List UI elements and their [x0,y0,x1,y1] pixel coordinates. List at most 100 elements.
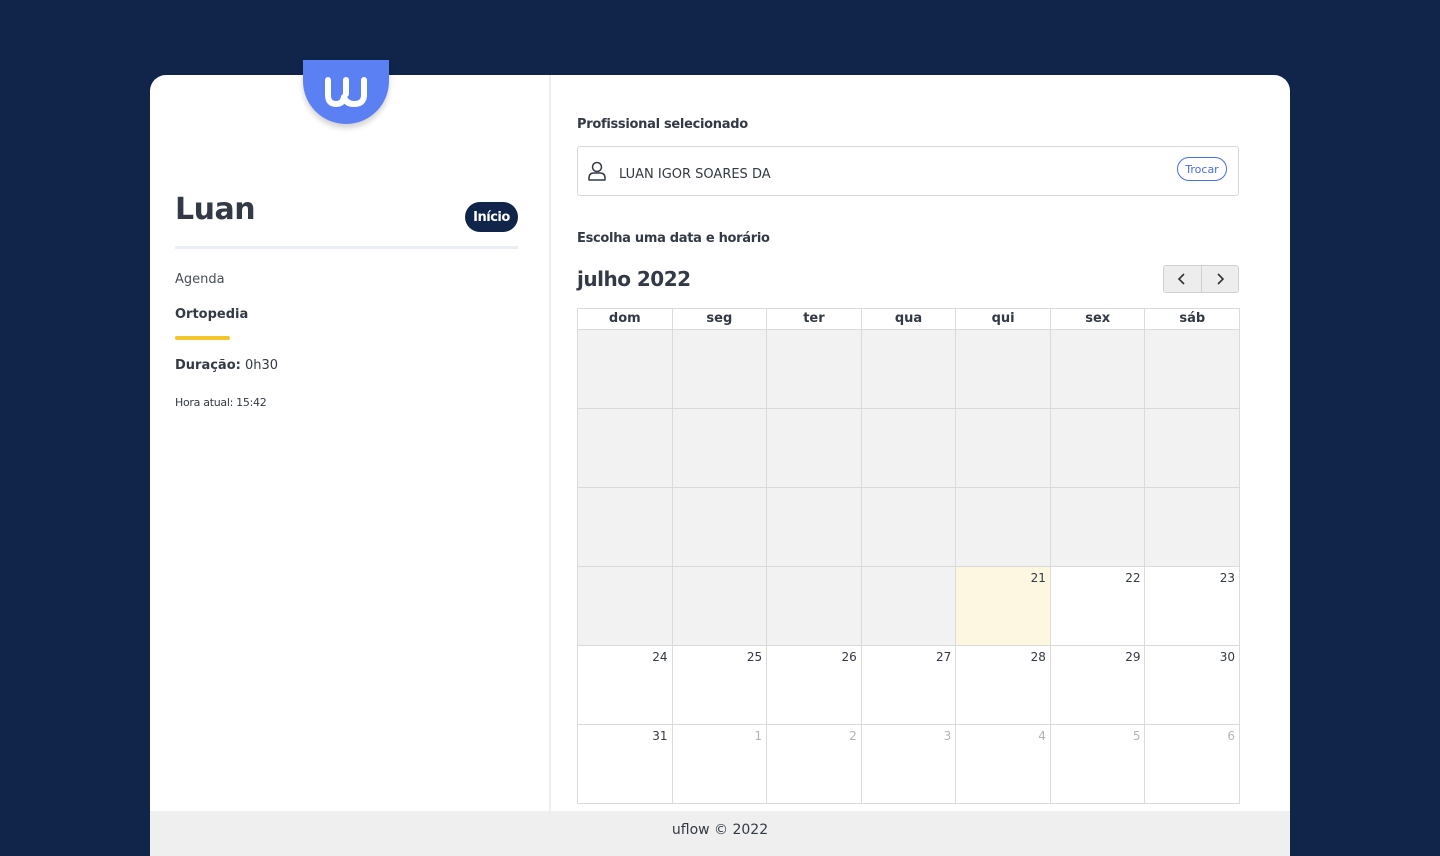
weekday-label: qui [955,309,1050,329]
calendar-day-cell [860,409,956,487]
calendar-day-number: 25 [746,650,763,664]
calendar-day-number: 2 [849,729,857,743]
calendar-day-cell [955,330,1050,408]
calendar-day-cell [671,488,767,566]
calendar-day-number: 30 [1219,650,1236,664]
calendar-day-cell: 4 [955,725,1050,803]
change-professional-button[interactable]: Trocar [1177,157,1227,181]
calendar-day-cell[interactable]: 26 [766,646,861,724]
user-icon [588,161,606,181]
duration-label: Duração: [175,358,241,373]
home-button[interactable]: Início [465,202,518,232]
calendar-day-cell [578,567,672,645]
month-navigation [1163,265,1239,293]
calendar-day-cell [671,567,767,645]
calendar-day-cell [1144,409,1240,487]
calendar-body: 21 22 23 24 25 26 27 28 29 30 31 1 2 3 4 5 6 [578,330,1240,803]
calendar-day-cell [860,330,956,408]
calendar-week-row [578,330,1240,408]
calendar-day-cell [955,409,1050,487]
weekday-label: dom [608,311,641,326]
calendar-day-number: 29 [1125,650,1141,664]
user-name: Luan [175,192,256,227]
previous-month-button[interactable] [1164,266,1201,292]
calendar-day-cell [578,409,672,487]
calendar-day-cell[interactable]: 24 [578,646,672,724]
weekday-label: qua [860,309,956,329]
calendar-day-cell[interactable]: 23 [1144,567,1239,645]
calendar-day-number: 28 [1030,650,1046,664]
calendar-day-number: 5 [1132,729,1141,743]
current-time: Hora atual: 15:42 [175,396,267,409]
calendar-day-cell[interactable]: 22 [1049,567,1145,645]
calendar-day-cell [671,330,767,408]
calendar-day-cell [1049,330,1145,408]
weekday-label: sáb [1144,309,1239,329]
specialty-name: Ortopedia [175,307,249,322]
calendar-day-cell[interactable]: 21 [955,567,1050,645]
calendar-day-number: 31 [652,729,668,743]
calendar-day-number: 23 [1219,571,1236,585]
sidebar: Luan Início Agenda Ortopedia Duração: 0h… [150,75,551,811]
chevron-left-icon [1178,273,1185,285]
professional-section-label: Profissional selecionado [577,117,748,132]
calendar-day-cell: 1 [671,725,767,803]
calendar-day-cell [578,488,672,566]
datetime-section-label: Escolha uma data e horário [577,231,770,246]
calendar-day-number: 24 [652,650,668,664]
calendar-day-cell [1049,488,1145,566]
duration-info: Duração: 0h30 [175,358,278,373]
calendar-day-number: 21 [1030,571,1046,585]
footer: uflow © 2022 [150,811,1290,856]
calendar-day-number: 27 [936,650,952,664]
calendar-day-number: 1 [754,729,763,743]
weekday-label: sex [1049,309,1145,329]
weekday-label: seg [671,309,767,329]
calendar: dom seg ter qua qui sex sáb 21 22 23 24 25 26… [577,308,1240,804]
calendar-week-row [578,487,1240,566]
calendar-header: dom seg ter qua qui sex sáb [578,309,1239,330]
calendar-week-row [578,408,1240,487]
calendar-day-number: 22 [1125,571,1141,585]
calendar-day-cell [766,409,861,487]
professional-name: LUAN IGOR SOARES DA [619,167,771,182]
calendar-day-cell: 3 [860,725,956,803]
divider [175,246,518,249]
duration-value: 0h30 [244,358,279,373]
calendar-day-number: 6 [1227,729,1236,743]
weekday-label: ter [766,309,861,329]
calendar-day-cell[interactable]: 29 [1049,646,1145,724]
calendar-day-cell: 6 [1144,725,1239,803]
calendar-week-row: 24 25 26 27 28 29 30 [578,645,1239,724]
calendar-day-cell [578,330,672,408]
calendar-week-row: 21 22 23 [578,566,1239,645]
calendar-day-cell [860,567,956,645]
calendar-day-cell [766,330,861,408]
calendar-day-cell[interactable]: 28 [955,646,1050,724]
calendar-day-cell: 2 [766,725,861,803]
calendar-day-cell [671,409,767,487]
calendar-day-cell[interactable]: 30 [1144,646,1239,724]
calendar-day-cell[interactable]: 27 [860,646,956,724]
calendar-day-cell [860,488,956,566]
calendar-day-number: 4 [1038,729,1046,743]
footer-copyright: uflow © 2022 [671,822,769,838]
calendar-day-cell[interactable]: 25 [671,646,767,724]
calendar-day-cell [1144,330,1240,408]
agenda-label: Agenda [175,272,225,287]
next-month-button[interactable] [1200,266,1238,292]
calendar-day-cell[interactable]: 31 [578,725,672,803]
calendar-day-cell [766,567,861,645]
specialty-underline [175,336,230,340]
calendar-day-cell [955,488,1050,566]
calendar-day-number: 3 [943,729,952,743]
calendar-day-cell [1049,409,1145,487]
calendar-day-number: 26 [841,650,857,664]
professional-box: LUAN IGOR SOARES DA Trocar [577,146,1239,196]
calendar-day-cell [1144,488,1240,566]
calendar-day-cell [766,488,861,566]
main-card: Luan Início Agenda Ortopedia Duração: 0h… [150,60,1290,856]
chevron-right-icon [1217,273,1224,285]
calendar-day-cell: 5 [1049,725,1145,803]
month-title: julho 2022 [577,267,691,291]
